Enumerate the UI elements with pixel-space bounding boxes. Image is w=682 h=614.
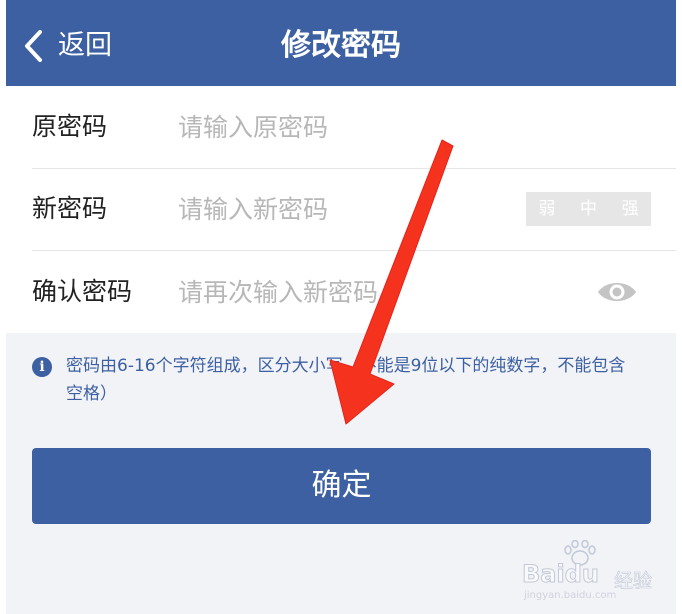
new-password-label: 新密码: [32, 194, 108, 223]
password-rules-hint: i 密码由6-16个字符组成，区分大小写（不能是9位以下的纯数字，不能包含空格）: [32, 352, 642, 408]
confirm-password-label: 确认密码: [32, 277, 133, 306]
strength-medium: 中: [580, 199, 597, 219]
info-icon: i: [32, 357, 52, 377]
new-password-row: 新密码 弱 中 强: [6, 168, 676, 250]
nav-bar: 返回 修改密码: [6, 0, 676, 86]
new-password-input[interactable]: [178, 186, 478, 232]
strength-weak: 弱: [538, 199, 556, 219]
old-password-row: 原密码: [6, 86, 676, 168]
password-form: 原密码 新密码 弱 中 强 确认密码: [6, 86, 676, 333]
old-password-input[interactable]: [178, 104, 478, 150]
confirm-password-row: 确认密码: [6, 251, 676, 333]
eye-icon[interactable]: [596, 277, 638, 307]
hint-text: 密码由6-16个字符组成，区分大小写（不能是9位以下的纯数字，不能包含空格）: [66, 356, 626, 404]
old-password-label: 原密码: [32, 112, 108, 141]
page-title: 修改密码: [281, 28, 401, 63]
change-password-screen: 返回 修改密码 原密码 新密码 弱 中 强 确认密码 i 密码由6-16个字符组…: [6, 0, 676, 614]
password-strength-meter: 弱 中 强: [526, 192, 651, 226]
confirm-password-input[interactable]: [178, 269, 478, 315]
strength-strong: 强: [621, 199, 639, 219]
confirm-button[interactable]: 确定: [32, 448, 651, 524]
